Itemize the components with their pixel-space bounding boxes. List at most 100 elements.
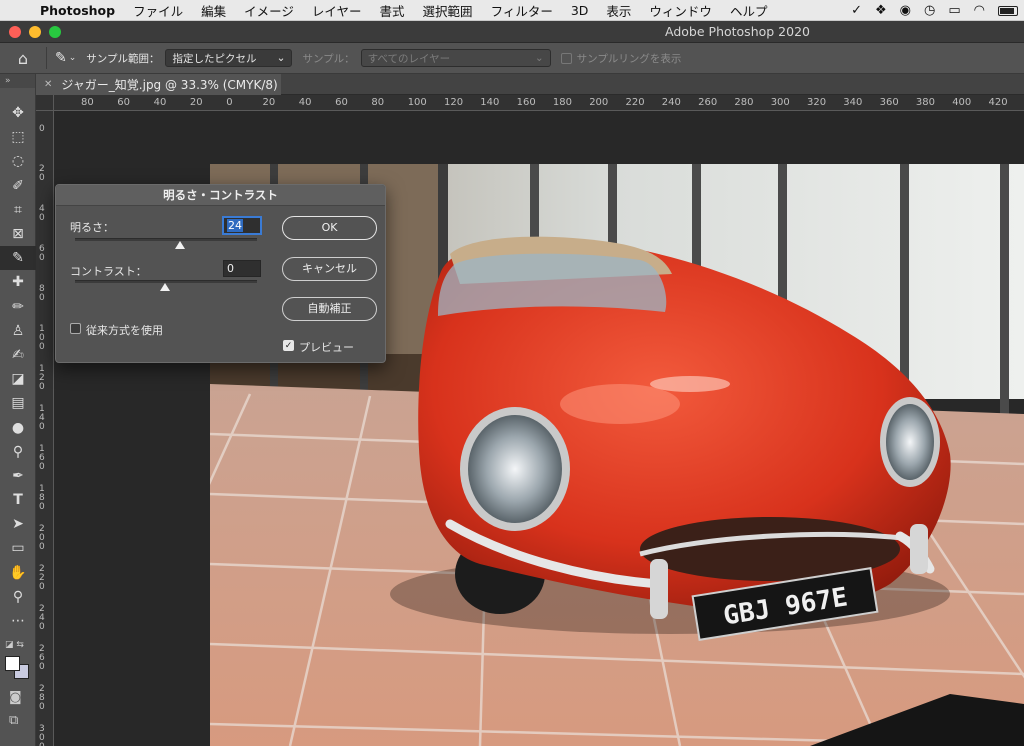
- sample-size-select[interactable]: 指定したピクセル ⌄: [165, 49, 293, 67]
- crop-tool-icon[interactable]: ⌗: [0, 198, 36, 222]
- menu-3d[interactable]: 3D: [562, 3, 598, 18]
- menu-window[interactable]: ウィンドウ: [640, 1, 721, 20]
- ruler-tick-label: 2 8 0: [39, 684, 45, 712]
- ruler-tick-label: 60: [117, 97, 131, 108]
- minimize-window-button[interactable]: [29, 26, 41, 38]
- move-tool-icon[interactable]: ✥: [0, 101, 36, 125]
- wifi-icon[interactable]: ◠: [974, 3, 985, 18]
- vertical-ruler[interactable]: 0 2 0 4 0 6 0 8 0 1 0 0 1 2 0 1 4 0 1 6 0 1 8 0 2 …: [36, 95, 54, 746]
- type-tool-icon[interactable]: T: [0, 488, 36, 512]
- menu-layer[interactable]: レイヤー: [303, 1, 371, 20]
- contrast-input[interactable]: 0: [223, 260, 261, 277]
- quick-selection-tool-icon[interactable]: ✐: [0, 174, 36, 198]
- more-tools-icon[interactable]: ⋯: [0, 609, 36, 633]
- menu-filter[interactable]: フィルター: [482, 1, 562, 20]
- tool-preset-chevron-icon[interactable]: ⌄: [69, 53, 77, 63]
- dialog-title[interactable]: 明るさ・コントラスト: [56, 185, 385, 206]
- display-icon[interactable]: ▭: [948, 3, 960, 18]
- ruler-tick-label: 20: [262, 97, 276, 108]
- menu-view[interactable]: 表示: [597, 1, 640, 20]
- ruler-tick-label: 420: [988, 97, 1008, 108]
- sample-size-value: 指定したピクセル: [172, 52, 257, 65]
- ruler-tick-label: 80: [371, 97, 385, 108]
- ruler-tick-label: 8 0: [39, 284, 45, 303]
- history-brush-tool-icon[interactable]: ✍: [0, 343, 36, 367]
- clone-stamp-tool-icon[interactable]: ♙: [0, 319, 36, 343]
- auto-button[interactable]: 自動補正: [282, 297, 377, 321]
- blur-tool-icon[interactable]: ●: [0, 415, 36, 439]
- zoom-tool-icon[interactable]: ⚲: [0, 585, 36, 609]
- panel-collapse-icon[interactable]: »: [0, 74, 35, 88]
- ruler-tick-label: 280: [734, 97, 754, 108]
- sample-size-label: サンプル範囲：: [86, 52, 160, 65]
- menu-file[interactable]: ファイル: [124, 1, 192, 20]
- ok-button[interactable]: OK: [282, 216, 377, 240]
- show-sampling-ring-label: サンプルリングを表示: [576, 52, 682, 65]
- ruler-tick-label: 180: [552, 97, 572, 108]
- marquee-tool-icon[interactable]: ⬚: [0, 125, 36, 149]
- hand-tool-icon[interactable]: ✋: [0, 561, 36, 585]
- chevron-down-icon: ⌄: [534, 52, 544, 64]
- dodge-tool-icon[interactable]: ⚲: [0, 440, 36, 464]
- creative-cloud-icon[interactable]: ◉: [900, 3, 911, 18]
- ruler-origin[interactable]: [36, 95, 54, 111]
- path-selection-tool-icon[interactable]: ➤: [0, 512, 36, 536]
- battery-icon[interactable]: [998, 5, 1018, 16]
- ruler-tick-label: 260: [698, 97, 718, 108]
- lasso-tool-icon[interactable]: ◌: [0, 149, 36, 173]
- screen-mode-icon[interactable]: ⧉: [9, 713, 18, 728]
- menu-image[interactable]: イメージ: [235, 1, 303, 20]
- options-bar: ⌂ ✎ ⌄ サンプル範囲： 指定したピクセル ⌄ サンプル： すべてのレイヤー …: [0, 43, 1024, 74]
- foreground-color-swatch[interactable]: [5, 656, 20, 671]
- document-tab[interactable]: ✕ ジャガー_知覚.jpg @ 33.3% (CMYK/8): [36, 74, 281, 95]
- close-tab-icon[interactable]: ✕: [44, 79, 52, 90]
- ruler-tick-label: 200: [589, 97, 609, 108]
- ruler-tick-label: 80: [81, 97, 94, 108]
- brush-tool-icon[interactable]: ✏: [0, 295, 36, 319]
- eyedropper-tool-icon[interactable]: ✎: [55, 50, 67, 66]
- rectangle-tool-icon[interactable]: ▭: [0, 536, 36, 560]
- window-title-bar: Adobe Photoshop 2020: [0, 21, 1024, 43]
- frame-tool-icon[interactable]: ⊠: [0, 222, 36, 246]
- brightness-slider-thumb[interactable]: [175, 241, 185, 249]
- eyedropper-tool-icon[interactable]: ✎: [0, 246, 36, 271]
- ruler-tick-label: 2 2 0: [39, 564, 45, 592]
- menu-edit[interactable]: 編集: [192, 1, 235, 20]
- time-machine-icon[interactable]: ◷: [924, 3, 935, 18]
- brightness-slider-track[interactable]: [75, 238, 257, 241]
- ruler-tick-label: 20: [189, 97, 203, 108]
- sample-select[interactable]: すべてのレイヤー ⌄: [360, 49, 551, 67]
- checkmark-icon[interactable]: ✓: [851, 3, 862, 18]
- home-icon[interactable]: ⌂: [0, 49, 46, 68]
- dropbox-icon[interactable]: ❖: [875, 3, 887, 18]
- cancel-button[interactable]: キャンセル: [282, 257, 377, 281]
- ruler-tick-label: 1 0 0: [39, 324, 45, 352]
- zoom-window-button[interactable]: [49, 26, 61, 38]
- tool-list: ✥ ⬚ ◌ ✐ ⌗ ⊠ ✎ ✚ ✏ ♙ ✍ ◪ ▤ ● ⚲ ✒ T ➤ ▭ ✋ …: [0, 101, 36, 633]
- menu-select[interactable]: 選択範囲: [414, 1, 482, 20]
- ruler-tick-label: 1 2 0: [39, 364, 45, 392]
- preview-checkbox[interactable]: ✓: [283, 340, 294, 351]
- legacy-checkbox[interactable]: [70, 323, 81, 334]
- healing-brush-tool-icon[interactable]: ✚: [0, 270, 36, 294]
- brightness-input[interactable]: 24: [223, 217, 261, 234]
- sample-value: すべてのレイヤー: [367, 52, 451, 65]
- eraser-tool-icon[interactable]: ◪: [0, 367, 36, 391]
- gradient-tool-icon[interactable]: ▤: [0, 391, 36, 415]
- ruler-tick-label: 2 0: [39, 164, 45, 183]
- pen-tool-icon[interactable]: ✒: [0, 464, 36, 488]
- quick-mask-icon[interactable]: ◙: [9, 690, 22, 705]
- menu-app[interactable]: Photoshop: [36, 3, 124, 18]
- show-sampling-ring-checkbox[interactable]: [560, 52, 572, 64]
- default-colors-icon[interactable]: ◪ ⇆: [5, 640, 24, 650]
- horizontal-ruler[interactable]: 80 60 40 20 0 20 40 60 80 100 120 140 160 180 200 220 24…: [54, 95, 1024, 111]
- menu-help[interactable]: ヘルプ: [721, 1, 777, 20]
- status-icons: ✓ ❖ ◉ ◷ ▭ ◠: [851, 0, 1018, 21]
- contrast-slider-thumb[interactable]: [160, 283, 170, 291]
- ruler-tick-label: 0: [226, 97, 233, 108]
- menu-type[interactable]: 書式: [371, 1, 414, 20]
- ruler-tick-label: 2 4 0: [39, 604, 45, 632]
- close-window-button[interactable]: [9, 26, 21, 38]
- ruler-tick-label: 0: [39, 124, 45, 134]
- ruler-tick-label: 2 6 0: [39, 644, 45, 672]
